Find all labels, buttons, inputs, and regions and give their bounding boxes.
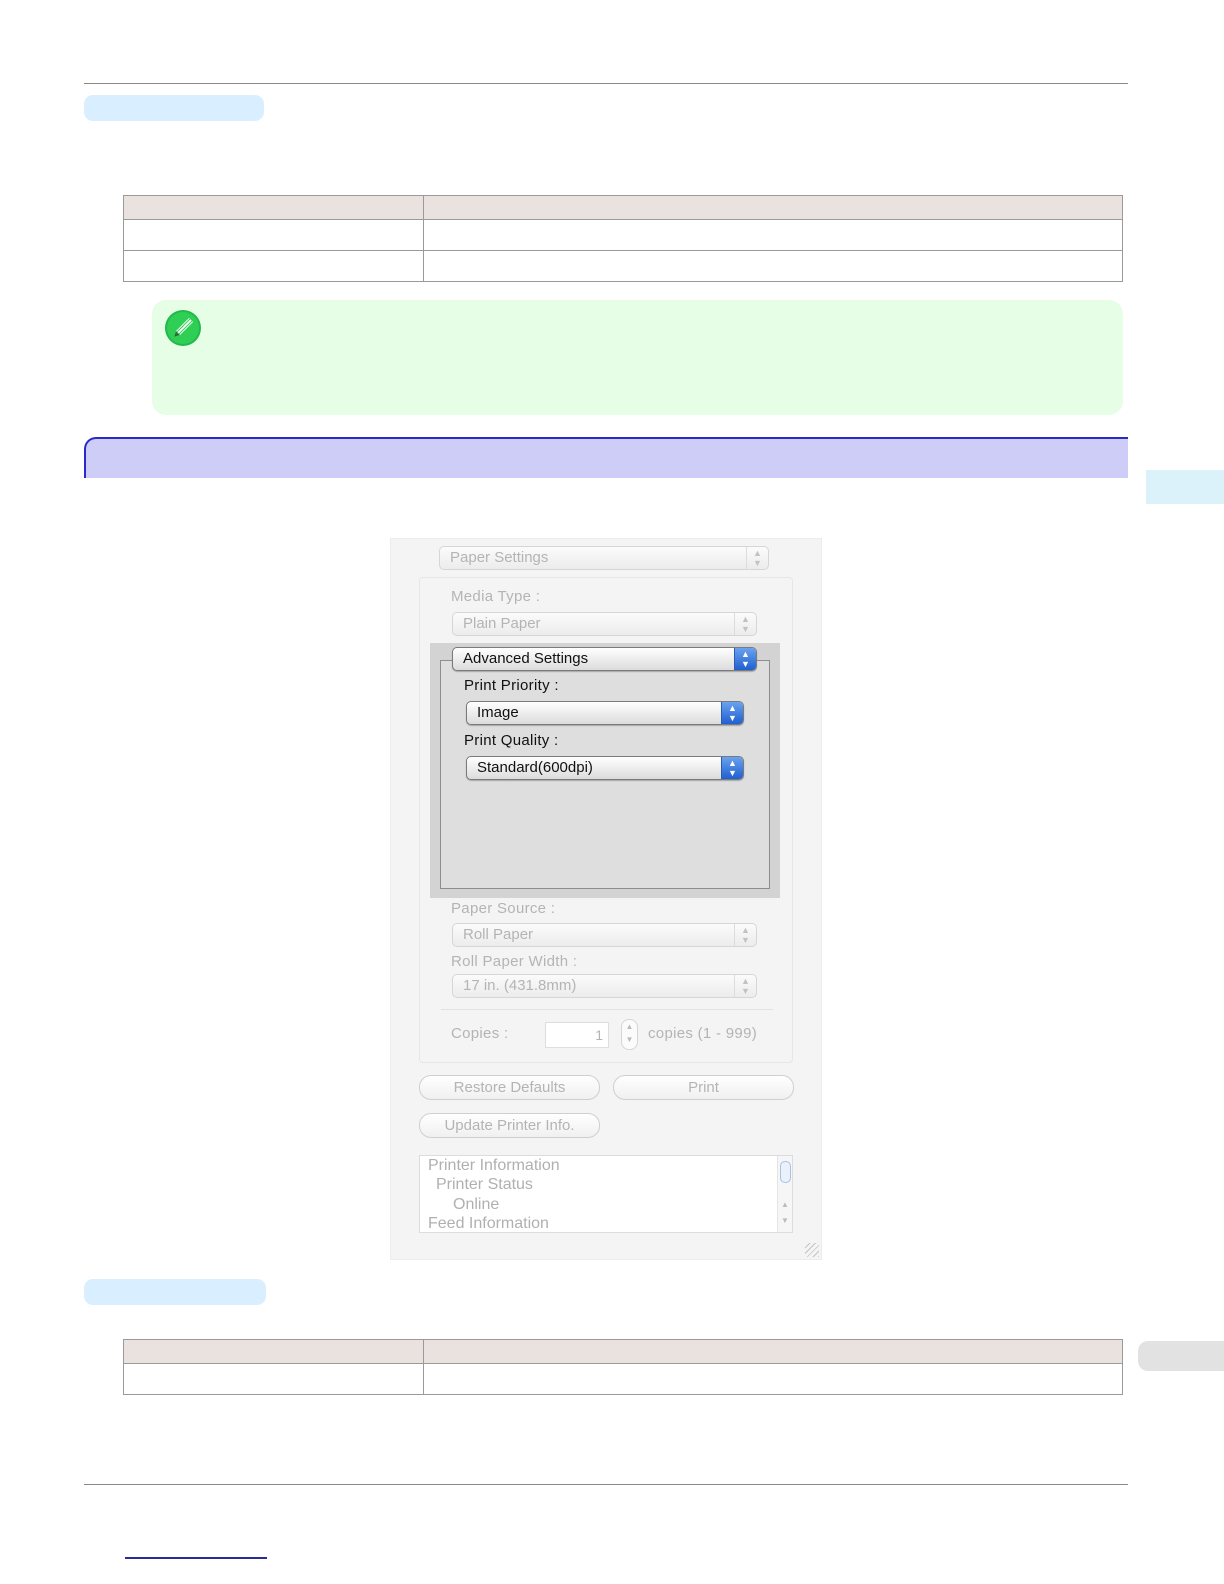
print-priority-value: Image (477, 704, 519, 721)
roll-width-value: 17 in. (431.8mm) (463, 977, 577, 994)
table-header-cell (123, 1339, 424, 1364)
table-header-cell (123, 195, 424, 220)
print-priority-select[interactable]: Image ▲ ▼ (466, 701, 744, 725)
media-type-value: Plain Paper (463, 615, 541, 632)
paper-source-value: Roll Paper (463, 926, 534, 943)
print-quality-select[interactable]: Standard(600dpi) ▲ ▼ (466, 756, 744, 780)
header-rule (84, 83, 1128, 84)
note-box (152, 300, 1123, 415)
paper-source-label: Paper Source : (451, 900, 556, 917)
scrollbar-thumb[interactable] (780, 1161, 791, 1183)
printer-info-list[interactable]: Printer Information Printer Status Onlin… (419, 1155, 793, 1233)
panel-popup-label: Paper Settings (450, 549, 549, 566)
table-header-row (123, 195, 1123, 220)
table-cell (423, 219, 1123, 251)
divider (441, 1009, 773, 1010)
table-cell (123, 1363, 424, 1395)
copies-input[interactable]: 1 (545, 1022, 609, 1048)
paper-settings-dialog: Paper Settings ▲ ▼ Media Type : Plain Pap… (390, 538, 822, 1260)
table-row (123, 250, 1123, 282)
section-side-tab[interactable] (1138, 1341, 1224, 1371)
up-down-arrows-icon: ▲ ▼ (746, 547, 768, 569)
copies-label: Copies : (451, 1025, 509, 1042)
scroll-up-icon[interactable]: ▲ (778, 1200, 792, 1209)
media-type-label: Media Type : (451, 588, 541, 605)
pencil-note-icon (165, 310, 201, 346)
section-heading-bar (84, 437, 1128, 478)
up-down-arrows-icon: ▲ ▼ (734, 648, 756, 670)
copies-range: copies (1 - 999) (648, 1025, 758, 1042)
table-header-row (123, 1339, 1123, 1364)
up-down-arrows-icon: ▲ ▼ (721, 702, 743, 724)
footer-rule (84, 1484, 1128, 1485)
table-header-cell (423, 1339, 1123, 1364)
list-item: Online (453, 1196, 500, 1213)
advanced-settings-label: Advanced Settings (463, 650, 589, 667)
table-row (123, 219, 1123, 251)
footer-link-underline[interactable] (125, 1557, 267, 1559)
restore-defaults-button[interactable]: Restore Defaults (419, 1075, 600, 1100)
table-cell (123, 250, 424, 282)
roll-width-label: Roll Paper Width : (451, 953, 578, 970)
panel-popup[interactable]: Paper Settings ▲ ▼ (439, 546, 769, 570)
table-cell (423, 250, 1123, 282)
table-header-cell (423, 195, 1123, 220)
up-down-arrows-icon: ▲ ▼ (721, 757, 743, 779)
print-quality-label: Print Quality : (464, 732, 559, 749)
settings-table (123, 1339, 1123, 1395)
subheading-marker (84, 1279, 266, 1305)
up-down-arrows-icon: ▲ ▼ (734, 924, 756, 946)
list-item: Feed Information (428, 1215, 549, 1232)
print-button[interactable]: Print (613, 1075, 794, 1100)
update-printer-info-button[interactable]: Update Printer Info. (419, 1113, 600, 1138)
print-priority-label: Print Priority : (464, 677, 559, 694)
chapter-side-tab[interactable] (1146, 470, 1224, 504)
table-cell (423, 1363, 1123, 1395)
scrollbar[interactable]: ▲ ▼ (777, 1156, 792, 1232)
roll-width-select[interactable]: 17 in. (431.8mm) ▲ ▼ (452, 974, 757, 998)
resize-grip-icon[interactable] (805, 1243, 819, 1257)
list-item: Printer Status (436, 1176, 533, 1193)
up-down-arrows-icon: ▲ ▼ (734, 975, 756, 997)
up-down-arrows-icon: ▲ ▼ (734, 613, 756, 635)
list-item: Printer Information (428, 1157, 560, 1174)
settings-table (123, 195, 1123, 282)
table-cell (123, 219, 424, 251)
scroll-down-icon[interactable]: ▼ (778, 1216, 792, 1225)
copies-stepper[interactable]: ▲ ▼ (621, 1019, 638, 1050)
paper-source-select[interactable]: Roll Paper ▲ ▼ (452, 923, 757, 947)
advanced-settings-popup[interactable]: Advanced Settings ▲ ▼ (452, 647, 757, 671)
table-row (123, 1363, 1123, 1395)
print-quality-value: Standard(600dpi) (477, 759, 593, 776)
media-type-select[interactable]: Plain Paper ▲ ▼ (452, 612, 757, 636)
subheading-marker (84, 95, 264, 121)
